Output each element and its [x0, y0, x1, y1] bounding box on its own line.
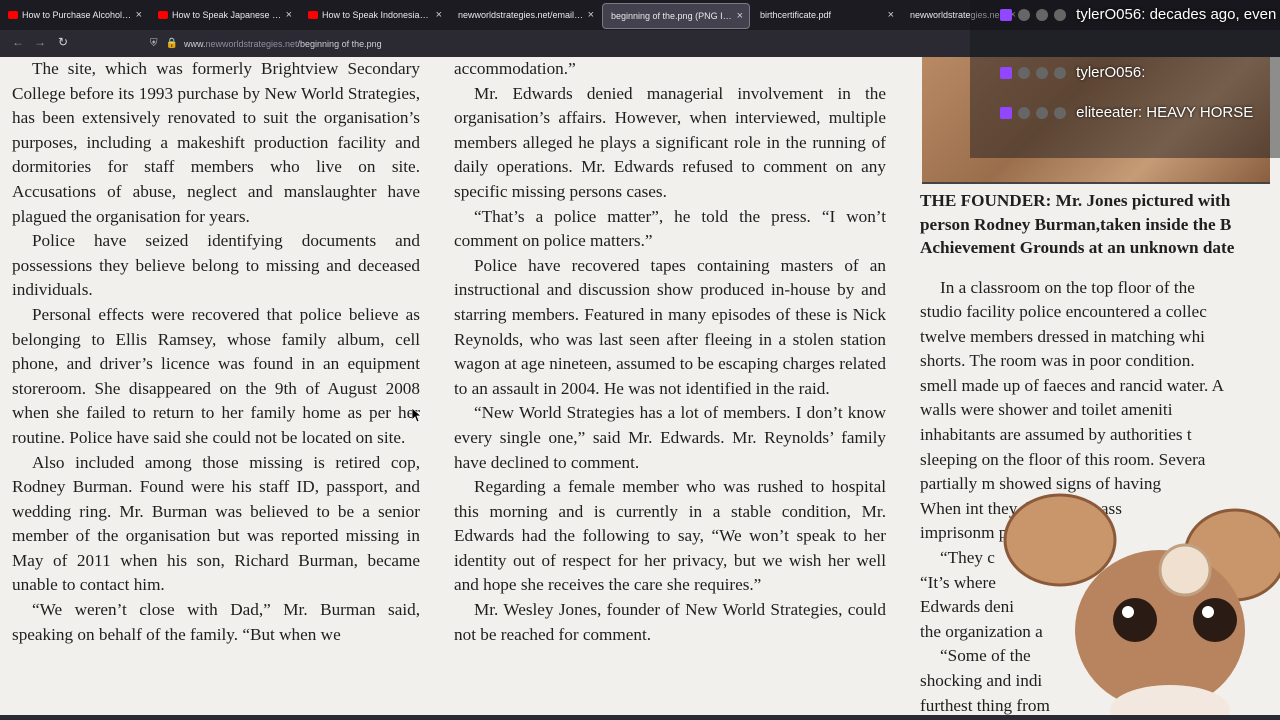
youtube-icon	[8, 11, 18, 19]
article-line: walls were shower and toilet ameniti	[920, 400, 1173, 420]
article-paragraph: Regarding a female member who was rushed…	[454, 477, 886, 595]
article-paragraph: “That’s a police matter”, he told the pr…	[454, 206, 886, 251]
shield-icon[interactable]: ⛨	[150, 38, 158, 49]
article-paragraph: Police have recovered tapes containing m…	[454, 255, 886, 398]
tab-label: birthcertificate.pdf	[760, 10, 832, 20]
tab-0[interactable]: How to Purchase Alcohol if you ×	[0, 3, 148, 27]
address-bar[interactable]: ⛨ 🔒 www.newworldstrategies.net/beginning…	[150, 33, 980, 54]
article-paragraph: “We weren’t close with Dad,” Mr. Burman …	[12, 600, 420, 644]
chat-message: tylerO056: decades ago, even	[1000, 6, 1276, 23]
close-tab-icon[interactable]: ×	[737, 10, 743, 22]
twitch-badge-icon	[1000, 9, 1012, 22]
article-paragraph: Mr. Edwards denied managerial involvemen…	[454, 83, 886, 201]
article-paragraph: Personal effects were recovered that pol…	[12, 304, 420, 447]
article-paragraph: The site, which was formerly Brightview …	[12, 59, 420, 226]
url-text[interactable]: www.newworldstrategies.net/beginning of …	[184, 39, 382, 49]
close-tab-icon[interactable]: ×	[888, 9, 894, 21]
photo-caption: THE FOUNDER: Mr. Jones pictured with pers…	[920, 189, 1280, 260]
tab-label: beginning of the.png (PNG Image, 2	[611, 11, 733, 21]
user-badge-icon	[1054, 107, 1066, 120]
user-badge-icon	[1036, 9, 1048, 22]
tab-3[interactable]: newworldstrategies.net/emails.htm ×	[450, 3, 600, 27]
tab-2[interactable]: How to Speak Indonesian - You ×	[300, 3, 448, 27]
tab-4[interactable]: beginning of the.png (PNG Image, 2 ×	[602, 3, 750, 29]
article-column-2: accommodation.” Mr. Edwards denied manage…	[454, 57, 886, 647]
article-paragraph: Also included among those missing is ret…	[12, 452, 420, 595]
reload-icon[interactable]: ↻	[58, 35, 68, 49]
close-tab-icon[interactable]: ×	[136, 9, 142, 21]
twitch-badge-icon	[1000, 67, 1012, 80]
caption-line: person Rodney Burman,taken inside the B	[920, 214, 1232, 234]
moth-mascot-overlay	[1003, 493, 1280, 720]
user-badge-icon	[1036, 107, 1048, 120]
article-paragraph: Mr. Wesley Jones, founder of New World S…	[454, 600, 886, 644]
user-badge-icon	[1018, 107, 1030, 120]
article-line: In a classroom on the top floor of the	[940, 277, 1195, 297]
chat-message: tylerO056:	[1000, 64, 1145, 81]
user-badge-icon	[1054, 67, 1066, 80]
article-line: studio facility police encountered a col…	[920, 302, 1207, 322]
caption-line: Achievement Grounds at an unknown date	[920, 238, 1235, 257]
tab-5[interactable]: birthcertificate.pdf ×	[752, 3, 900, 27]
article-line: sleeping on the floor of this room. Seve…	[920, 449, 1206, 469]
mouse-cursor-icon	[412, 408, 422, 422]
article-paragraph: “New World Strategies has a lot of membe…	[454, 403, 886, 472]
tab-label: How to Purchase Alcohol if you	[22, 10, 132, 20]
chat-message: eliteeater: HEAVY HORSE	[1000, 104, 1260, 121]
article-line: inhabitants are assumed by authorities t	[920, 425, 1192, 445]
article-paragraph: accommodation.”	[454, 59, 576, 78]
caption-line: THE FOUNDER: Mr. Jones pictured with	[920, 191, 1231, 210]
close-tab-icon[interactable]: ×	[286, 9, 292, 21]
user-badge-icon	[1036, 67, 1048, 80]
lock-icon[interactable]: 🔒	[166, 38, 178, 49]
tab-label: How to Speak Indonesian - You	[322, 10, 432, 20]
article-line: shorts. The room was in poor condition.	[920, 351, 1195, 371]
article-column-1: The site, which was formerly Brightview …	[12, 57, 420, 647]
forward-icon[interactable]: →	[34, 35, 46, 49]
tab-label: How to Speak Japanese - YouTu	[172, 10, 282, 20]
user-badge-icon	[1018, 67, 1030, 80]
user-badge-icon	[1054, 9, 1066, 22]
twitch-badge-icon	[1000, 107, 1012, 120]
stream-chat-overlay: tylerO056: decades ago, even tylerO056: …	[970, 0, 1280, 158]
article-line: smell made up of faeces and rancid water…	[920, 375, 1225, 395]
close-tab-icon[interactable]: ×	[436, 9, 442, 21]
close-tab-icon[interactable]: ×	[588, 9, 594, 21]
youtube-icon	[308, 11, 318, 19]
bottom-edge	[0, 715, 1280, 720]
tab-label: newworldstrategies.net/emails.htm	[458, 10, 584, 20]
tab-1[interactable]: How to Speak Japanese - YouTu ×	[150, 3, 298, 27]
youtube-icon	[158, 11, 168, 19]
article-paragraph: Police have seized identifying documents…	[12, 231, 420, 300]
article-line: twelve members dressed in matching whi	[920, 326, 1205, 346]
user-badge-icon	[1018, 9, 1030, 22]
back-icon[interactable]: ←	[12, 35, 24, 49]
